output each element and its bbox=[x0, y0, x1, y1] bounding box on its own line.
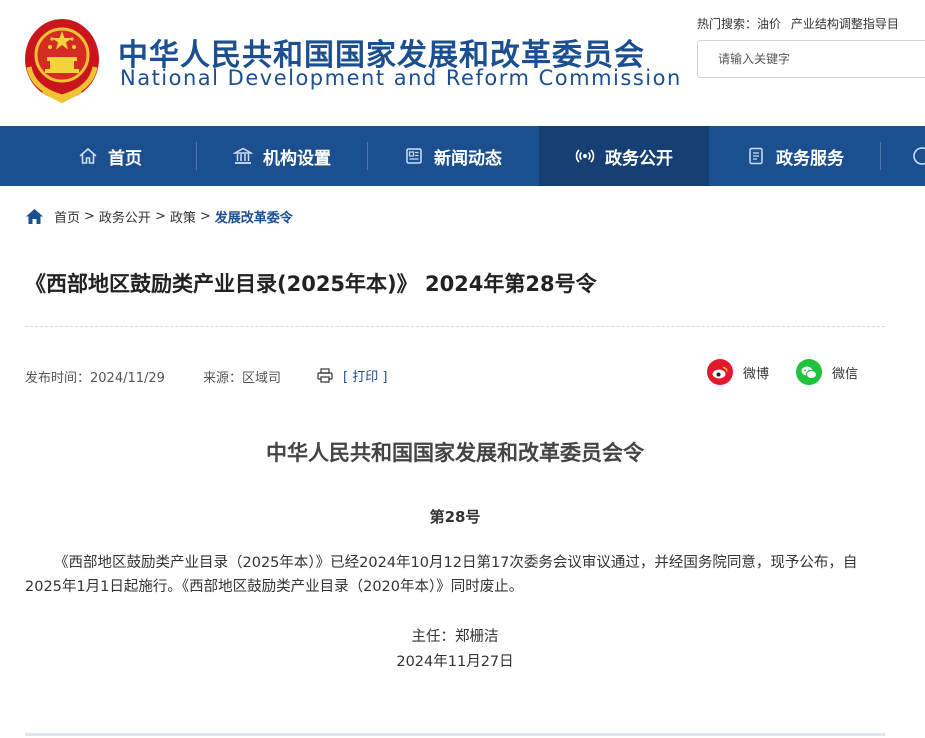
search-input[interactable] bbox=[716, 51, 920, 67]
breadcrumb-link-policy[interactable]: 政策 bbox=[170, 207, 196, 226]
wechat-icon bbox=[796, 359, 822, 385]
share-wechat-button[interactable]: 微信 bbox=[796, 359, 858, 385]
site-name-en[interactable]: National Development and Reform Commissi… bbox=[120, 66, 682, 90]
weibo-icon bbox=[707, 359, 733, 385]
nav-item-news[interactable]: 新闻动态 bbox=[368, 126, 538, 186]
nav-item-services[interactable]: 政务服务 bbox=[710, 126, 880, 186]
broadcast-icon bbox=[575, 149, 595, 163]
nav-item-label: 机构设置 bbox=[263, 148, 331, 169]
order-number: 第28号 bbox=[429, 508, 481, 526]
article-heading: 中华人民共和国国家发展和改革委员会令 bbox=[266, 441, 644, 465]
national-emblem-icon[interactable] bbox=[23, 17, 101, 103]
breadcrumb-link-government-affairs[interactable]: 政务公开 bbox=[99, 207, 151, 226]
building-icon bbox=[233, 147, 253, 164]
nav-item-label: 首页 bbox=[108, 148, 142, 169]
nav-divider bbox=[880, 142, 881, 170]
sign-date: 2024年11月27日 bbox=[396, 654, 514, 670]
nav-item-organization[interactable]: 机构设置 bbox=[197, 126, 367, 186]
share-weibo-button[interactable]: 微博 bbox=[707, 359, 769, 385]
breadcrumb-separator: > bbox=[154, 209, 166, 224]
nav-item-home[interactable]: 首页 bbox=[25, 126, 195, 186]
page-title: 《西部地区鼓励类产业目录(2025年本)》 2024年第28号令 bbox=[25, 272, 597, 296]
document-icon bbox=[749, 147, 763, 165]
share-wechat-label: 微信 bbox=[832, 366, 859, 382]
content-bottom-divider bbox=[25, 733, 885, 736]
hot-search: 热门搜索：油价 产业结构调整指导目 bbox=[697, 15, 905, 32]
breadcrumb-link-home[interactable]: 首页 bbox=[54, 207, 80, 226]
breadcrumb-current[interactable]: 发展改革委令 bbox=[215, 207, 293, 226]
more-nav-icon[interactable] bbox=[912, 146, 925, 166]
nav-item-government-affairs[interactable]: 政务公开 bbox=[539, 126, 709, 186]
publish-time: 发布时间：2024/11/29 bbox=[25, 371, 165, 386]
newspaper-icon bbox=[406, 148, 422, 164]
article-source: 来源：区域司 bbox=[203, 371, 282, 386]
printer-icon bbox=[317, 368, 333, 383]
home-icon[interactable] bbox=[25, 208, 44, 225]
breadcrumb-separator: > bbox=[84, 209, 95, 224]
nav-item-label: 政务服务 bbox=[776, 148, 844, 169]
hot-search-label: 热门搜索： bbox=[697, 17, 758, 31]
title-divider bbox=[25, 326, 885, 327]
nav-item-label: 新闻动态 bbox=[434, 148, 502, 169]
breadcrumb: 首页 > 政务公开 > 政策 > 发展改革委令 bbox=[25, 207, 293, 226]
main-nav: 首页 机构设置 新闻动态 政务公开 政务服务 bbox=[0, 126, 925, 186]
site-header: 中华人民共和国国家发展和改革委员会 National Development a… bbox=[0, 0, 925, 126]
share-weibo-label: 微博 bbox=[743, 366, 770, 382]
hot-search-term[interactable]: 油价 bbox=[757, 17, 781, 31]
breadcrumb-separator: > bbox=[199, 209, 211, 224]
print-label: [ 打印 ] bbox=[343, 370, 388, 385]
article-body: 《西部地区鼓励类产业目录（2025年本）》已经2024年10月12日第17次委务… bbox=[25, 555, 858, 595]
home-icon bbox=[79, 147, 97, 164]
signer: 主任：郑栅洁 bbox=[411, 629, 499, 645]
print-button[interactable]: [ 打印 ] bbox=[317, 366, 387, 385]
search-box bbox=[697, 40, 925, 78]
nav-item-label: 政务公开 bbox=[605, 148, 673, 169]
hot-search-term[interactable]: 产业结构调整指导目 bbox=[791, 17, 899, 31]
